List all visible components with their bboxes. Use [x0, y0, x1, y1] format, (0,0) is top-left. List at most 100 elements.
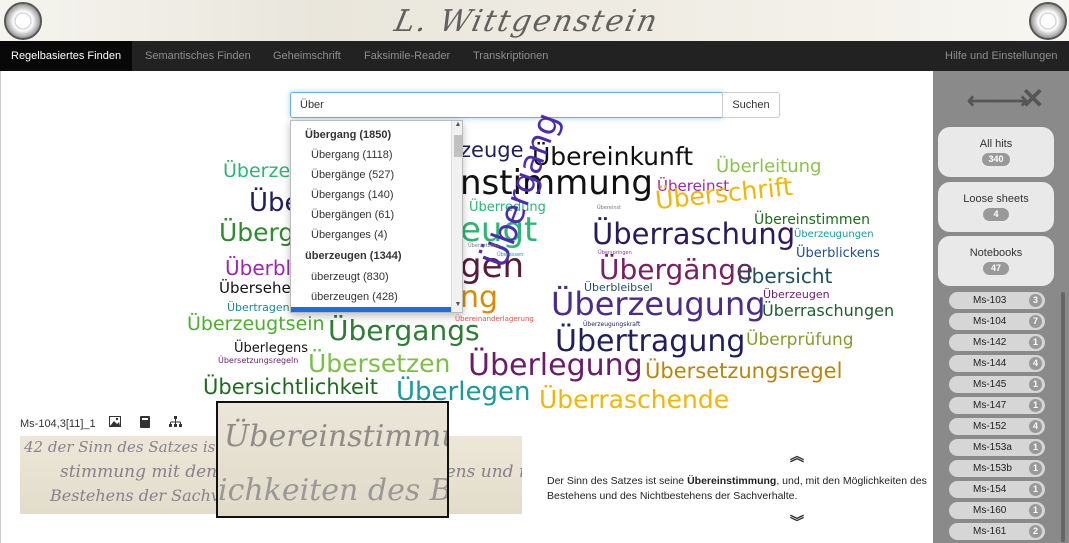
handwriting-zoomed: Übereinstimmung	[224, 419, 447, 454]
scroll-down-icon[interactable]: ▼	[452, 301, 462, 308]
notebook-label: Ms-147	[973, 400, 1007, 411]
notebook-label: Ms-145	[973, 379, 1007, 390]
cloud-word[interactable]: Übersetzen	[308, 351, 450, 376]
nav-rule-based-search[interactable]: Regelbasiertes Finden	[0, 41, 133, 71]
cloud-word[interactable]: Übersehen	[219, 281, 300, 296]
dropdown-option[interactable]: überzeugen (428)	[291, 287, 451, 307]
header-banner: L. Wittgenstein	[0, 0, 1069, 41]
signature-image: L. Wittgenstein	[391, 4, 663, 39]
dropdown-option[interactable]: Übergängen (61)	[291, 205, 451, 225]
cloud-word[interactable]: Überzeugung	[551, 288, 766, 320]
cloud-word[interactable]: Übersicht	[737, 266, 832, 286]
transcript-highlight: Übereinstimmung	[687, 475, 777, 487]
chevron-up-icon[interactable]: ︽	[790, 446, 804, 466]
search-button[interactable]: Suchen	[722, 92, 780, 118]
cloud-word[interactable]: nstimmung	[460, 166, 653, 200]
dropdown-option[interactable]: Übergänge (527)	[291, 165, 451, 185]
cloud-word[interactable]: Überg	[219, 220, 294, 245]
cloud-word[interactable]: Überzeugen	[763, 289, 830, 300]
arrows-horizontal-icon[interactable]: ⟵⟶	[967, 88, 1028, 114]
notebook-item[interactable]: Ms-152 4	[949, 418, 1045, 435]
loose-sheets-button[interactable]: Loose sheets 4	[938, 182, 1054, 232]
nav-help-settings[interactable]: Hilfe und Einstellungen	[945, 41, 1058, 71]
loose-sheets-label: Loose sheets	[963, 193, 1029, 205]
dropdown-option[interactable]: Übergang (1118)	[291, 145, 451, 165]
cloud-word[interactable]: Überspringen	[598, 251, 632, 256]
nav-semantic-search[interactable]: Semantisches Finden	[145, 41, 251, 71]
handwriting-zoomed: ichkeiten des Be	[218, 473, 449, 508]
cloud-word[interactable]: Übersichtlichkeit	[203, 377, 378, 398]
panel-scrollbar[interactable]	[1061, 292, 1065, 542]
notebook-label: Ms-161	[973, 526, 1007, 537]
scroll-up-icon[interactable]: ▲	[452, 121, 462, 128]
notebook-item[interactable]: Ms-160 1	[949, 502, 1045, 519]
dropdown-option[interactable]: Überganges (4)	[291, 225, 451, 245]
zoom-lens[interactable]: Übereinstimmung ichkeiten des Be	[216, 401, 449, 518]
notebook-label: Ms-104	[973, 316, 1007, 327]
cloud-word[interactable]: Überbl	[225, 258, 291, 278]
cloud-word[interactable]: Übersetzens	[468, 244, 499, 249]
notebook-count: 4	[1029, 357, 1042, 370]
notebook-count: 4	[1029, 420, 1042, 433]
scrollbar-thumb[interactable]	[454, 135, 462, 157]
notebook-item[interactable]: Ms-103 3	[949, 292, 1045, 309]
cloud-word[interactable]: Überzeugtsein	[187, 315, 325, 334]
cloud-word[interactable]: Überraschung	[592, 220, 795, 249]
dropdown-group-header[interactable]: überzeugen (1344)	[291, 246, 451, 266]
cloud-word[interactable]: Übersetzungsregel	[645, 361, 842, 382]
cloud-word[interactable]: Übergänge	[599, 256, 753, 284]
all-hits-button[interactable]: All hits 340	[938, 127, 1054, 177]
nav-transcriptions[interactable]: Transkriptionen	[473, 41, 548, 71]
dropdown-group-header[interactable]: Übergang (1850)	[291, 125, 451, 145]
nav-facsimile-reader[interactable]: Faksimile-Reader	[364, 41, 450, 71]
all-hits-label: All hits	[979, 138, 1013, 150]
loose-sheets-count: 4	[983, 208, 1009, 221]
notebook-count: 2	[1029, 525, 1042, 538]
cloud-word[interactable]: Überblickens	[796, 247, 880, 260]
image-icon[interactable]	[108, 416, 122, 430]
notebook-item[interactable]: Ms-147 1	[949, 397, 1045, 414]
cloud-word[interactable]: Übertragung	[555, 327, 745, 357]
cloud-word[interactable]: Überraschende	[539, 387, 729, 412]
cloud-word[interactable]: Überraschungen	[762, 303, 894, 319]
notebook-item[interactable]: Ms-104 7	[949, 313, 1045, 330]
cloud-word[interactable]: Übereinst	[597, 206, 621, 211]
notebook-count: 1	[1029, 462, 1042, 475]
notebook-item[interactable]: Ms-145 1	[949, 376, 1045, 393]
autocomplete-dropdown[interactable]: Übergang (1850) Übergang (1118) Übergäng…	[290, 120, 463, 313]
chevron-down-icon[interactable]: ︾	[790, 512, 804, 532]
notebook-item[interactable]: Ms-153b 1	[949, 460, 1045, 477]
cloud-word[interactable]: Überlegens	[234, 342, 308, 355]
cloud-word[interactable]: Übersetzungsregeln	[218, 357, 298, 365]
notebook-label: Ms-144	[973, 358, 1007, 369]
book-icon[interactable]	[138, 416, 152, 430]
cloud-word[interactable]: Übereinanderlagerung	[455, 316, 534, 323]
notebook-item[interactable]: Ms-161 2	[949, 523, 1045, 540]
nav-secret-writing[interactable]: Geheimschrift	[273, 41, 341, 71]
notebook-item[interactable]: Ms-144 4	[949, 355, 1045, 372]
notebook-count: 1	[1029, 378, 1042, 391]
sitemap-icon[interactable]	[168, 416, 182, 430]
notebook-count: 1	[1029, 336, 1042, 349]
notebook-label: Ms-153b	[973, 463, 1012, 474]
university-seal-left	[4, 2, 42, 40]
notebook-item[interactable]: Ms-153a 1	[949, 439, 1045, 456]
cloud-word[interactable]: Überprüfung	[746, 332, 854, 349]
dropdown-option[interactable]: Übergangs (140)	[291, 185, 451, 205]
notebook-item[interactable]: Ms-142 1	[949, 334, 1045, 351]
all-hits-count: 340	[982, 153, 1010, 166]
search-input[interactable]: Über	[290, 92, 723, 118]
notebook-count: 3	[1029, 294, 1042, 307]
notebooks-button[interactable]: Notebooks 47	[938, 236, 1054, 286]
cloud-word[interactable]: Überzeugungen	[794, 230, 874, 240]
cloud-word[interactable]: Überessen	[497, 253, 523, 258]
dropdown-scrollbar[interactable]: ▲ ▼	[451, 121, 462, 312]
dropdown-option[interactable]: überzeugt (830)	[291, 267, 451, 287]
cloud-word[interactable]: Übertragen	[227, 302, 290, 313]
dropdown-option-selected[interactable]	[291, 307, 451, 312]
close-icon[interactable]: ✕	[1021, 82, 1044, 115]
notebook-label: Ms-153a	[973, 442, 1012, 453]
notebook-item[interactable]: Ms-154 1	[949, 481, 1045, 498]
cloud-word[interactable]: Überzeugungskraft	[583, 322, 640, 328]
cloud-word[interactable]: ng	[460, 283, 498, 313]
